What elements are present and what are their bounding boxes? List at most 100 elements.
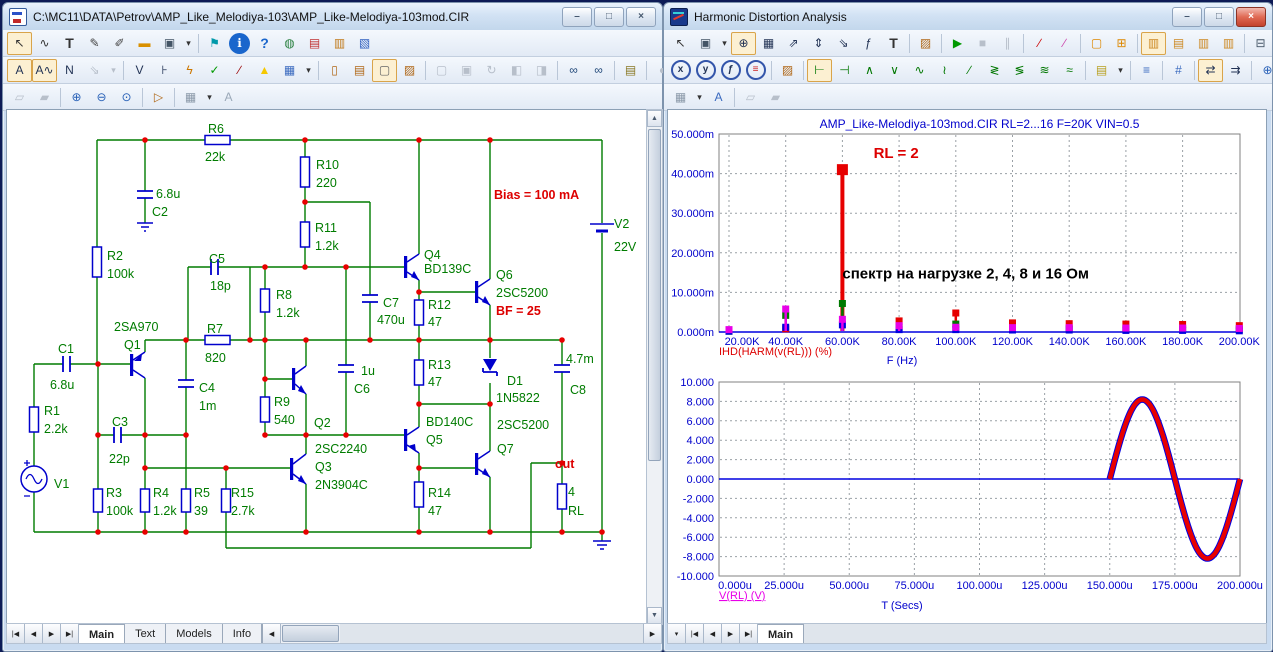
minimize-button[interactable]: –: [562, 7, 592, 27]
trace-settings-icon[interactable]: ≡: [743, 59, 768, 82]
maximize-button[interactable]: □: [1204, 7, 1234, 27]
font-icon[interactable]: A: [216, 86, 241, 109]
split-horizontal-icon[interactable]: ⊟: [1248, 32, 1273, 55]
line-mode-icon[interactable]: ✎: [82, 32, 107, 55]
cursor-horizontal-icon[interactable]: ⊢: [807, 59, 832, 82]
new-page-icon[interactable]: ▯: [322, 59, 347, 82]
cursor-mode-icon[interactable]: ▦: [756, 32, 781, 55]
voltage-display-icon[interactable]: V: [127, 59, 152, 82]
nav-next-button[interactable]: ▶: [722, 624, 740, 643]
current-dropdown-icon[interactable]: ▾: [107, 59, 120, 82]
find-next-icon[interactable]: ∞: [586, 59, 611, 82]
warning-icon[interactable]: ▲: [252, 59, 277, 82]
current-display-icon[interactable]: ⇘: [82, 59, 107, 82]
global-low-icon[interactable]: ≶: [1007, 59, 1032, 82]
find-icon[interactable]: ∞: [561, 59, 586, 82]
formula-text-icon[interactable]: ƒ: [856, 32, 881, 55]
hscroll-left-button[interactable]: ◀: [263, 624, 281, 643]
select-region-icon[interactable]: ▢: [372, 59, 397, 82]
minimize-button[interactable]: –: [1172, 7, 1202, 27]
pause-icon[interactable]: ∥: [995, 32, 1020, 55]
spreadsheet-icon[interactable]: ▥: [327, 32, 352, 55]
help-icon[interactable]: ?: [252, 32, 277, 55]
text-mode-icon[interactable]: T: [881, 32, 906, 55]
page-icon[interactable]: ▤: [347, 59, 372, 82]
tile-dropdown-icon[interactable]: ▾: [693, 86, 706, 109]
cursor-vertical-icon[interactable]: ⊣: [832, 59, 857, 82]
peak-icon[interactable]: ∧: [857, 59, 882, 82]
properties-icon[interactable]: ▨: [397, 59, 422, 82]
info-icon[interactable]: ℹ: [229, 33, 250, 54]
hscroll-right-button[interactable]: ▶: [643, 624, 661, 643]
low-icon[interactable]: ≀: [932, 59, 957, 82]
maximize-button[interactable]: □: [594, 7, 624, 27]
tile-icon[interactable]: ▦: [668, 86, 693, 109]
zoom-out-icon[interactable]: ⊖: [89, 86, 114, 109]
schematic-vertical-scrollbar[interactable]: ▲ ▼: [646, 109, 663, 625]
tab-models[interactable]: Models: [166, 624, 222, 643]
run-icon[interactable]: ▶: [945, 32, 970, 55]
tab-main[interactable]: Main: [758, 624, 804, 643]
envelope-bottom-icon[interactable]: ≈: [1057, 59, 1082, 82]
ruler-icon[interactable]: ⊞: [1109, 32, 1134, 55]
scale-mode-icon[interactable]: ⊕: [731, 32, 756, 55]
x-axis-settings-icon[interactable]: x: [668, 59, 693, 82]
schematic-titlebar[interactable]: C:\MC11\DATA\Petrov\AMP_Like_Melodiya-10…: [3, 3, 662, 30]
negative-slope-icon[interactable]: ∕: [1052, 32, 1077, 55]
numeric-output-icon[interactable]: ≡: [1134, 59, 1159, 82]
same-scales-icon[interactable]: ⇉: [1223, 59, 1248, 82]
positive-slope-icon[interactable]: ∕: [1027, 32, 1052, 55]
separate-plots-icon[interactable]: ▥: [1216, 32, 1241, 55]
align-cursors-icon[interactable]: ⇄: [1198, 59, 1223, 82]
notebook-icon[interactable]: ▤: [618, 59, 643, 82]
plot-canvas[interactable]: AMP_Like-Melodiya-103mod.CIR RL=2...16 F…: [667, 109, 1267, 625]
nav-first-button[interactable]: |◀: [686, 624, 704, 643]
condition-display-icon[interactable]: ✓: [202, 59, 227, 82]
global-high-icon[interactable]: ≷: [982, 59, 1007, 82]
nav-prev-button[interactable]: ◀: [25, 624, 43, 643]
page-list-dropdown[interactable]: ▾: [668, 624, 686, 643]
horizontal-tag-icon[interactable]: ⇘: [831, 32, 856, 55]
stop-icon[interactable]: ■: [970, 32, 995, 55]
one-plot-icon[interactable]: ▥: [1141, 32, 1166, 55]
close-button[interactable]: ×: [1236, 7, 1266, 27]
tile-dropdown-icon[interactable]: ▾: [203, 86, 216, 109]
high-icon[interactable]: ∿: [907, 59, 932, 82]
overlay-plots-icon[interactable]: ▥: [1191, 32, 1216, 55]
flip-horizontal-icon[interactable]: ◧: [504, 59, 529, 82]
bring-to-front-icon[interactable]: ▱: [7, 86, 32, 109]
select-tool-icon[interactable]: ↖: [668, 32, 693, 55]
close-button[interactable]: ×: [626, 7, 656, 27]
clipboard-dropdown-icon[interactable]: ▾: [1114, 59, 1127, 82]
clipboard-icon[interactable]: ▤: [1089, 59, 1114, 82]
nav-first-button[interactable]: |◀: [7, 624, 25, 643]
scroll-up-button[interactable]: ▲: [647, 110, 662, 127]
box-tool-icon[interactable]: ▢: [429, 59, 454, 82]
design-check-icon[interactable]: ▤: [302, 32, 327, 55]
send-to-back-icon[interactable]: ▰: [32, 86, 57, 109]
grid-icon[interactable]: ▦: [277, 59, 302, 82]
page-view-icon[interactable]: ▷: [146, 86, 171, 109]
bus-icon[interactable]: ▬: [132, 32, 157, 55]
zoom-100-icon[interactable]: ⊙: [114, 86, 139, 109]
scroll-down-button[interactable]: ▼: [647, 607, 662, 624]
node-numbers-icon[interactable]: A∿: [32, 59, 57, 82]
annotate-icon[interactable]: ▧: [352, 32, 377, 55]
nav-last-button[interactable]: ▶|: [61, 624, 79, 643]
hscroll-thumb[interactable]: [282, 625, 339, 642]
flip-vertical-icon[interactable]: ◨: [529, 59, 554, 82]
tab-main[interactable]: Main: [79, 624, 125, 643]
hscroll-track[interactable]: [340, 624, 643, 643]
font-icon[interactable]: A: [706, 86, 731, 109]
rotate-icon[interactable]: ↻: [479, 59, 504, 82]
nav-last-button[interactable]: ▶|: [740, 624, 758, 643]
bring-to-front-icon[interactable]: ▱: [738, 86, 763, 109]
tile-icon[interactable]: ▦: [178, 86, 203, 109]
stacked-plots-icon[interactable]: ▤: [1166, 32, 1191, 55]
plot-properties-icon[interactable]: ▨: [775, 59, 800, 82]
tab-info[interactable]: Info: [223, 624, 262, 643]
numeric-values-icon[interactable]: #: [1166, 59, 1191, 82]
flag-icon[interactable]: ⚑: [202, 32, 227, 55]
point-tag-icon[interactable]: ⇗: [781, 32, 806, 55]
text-mode-icon[interactable]: T: [57, 32, 82, 55]
